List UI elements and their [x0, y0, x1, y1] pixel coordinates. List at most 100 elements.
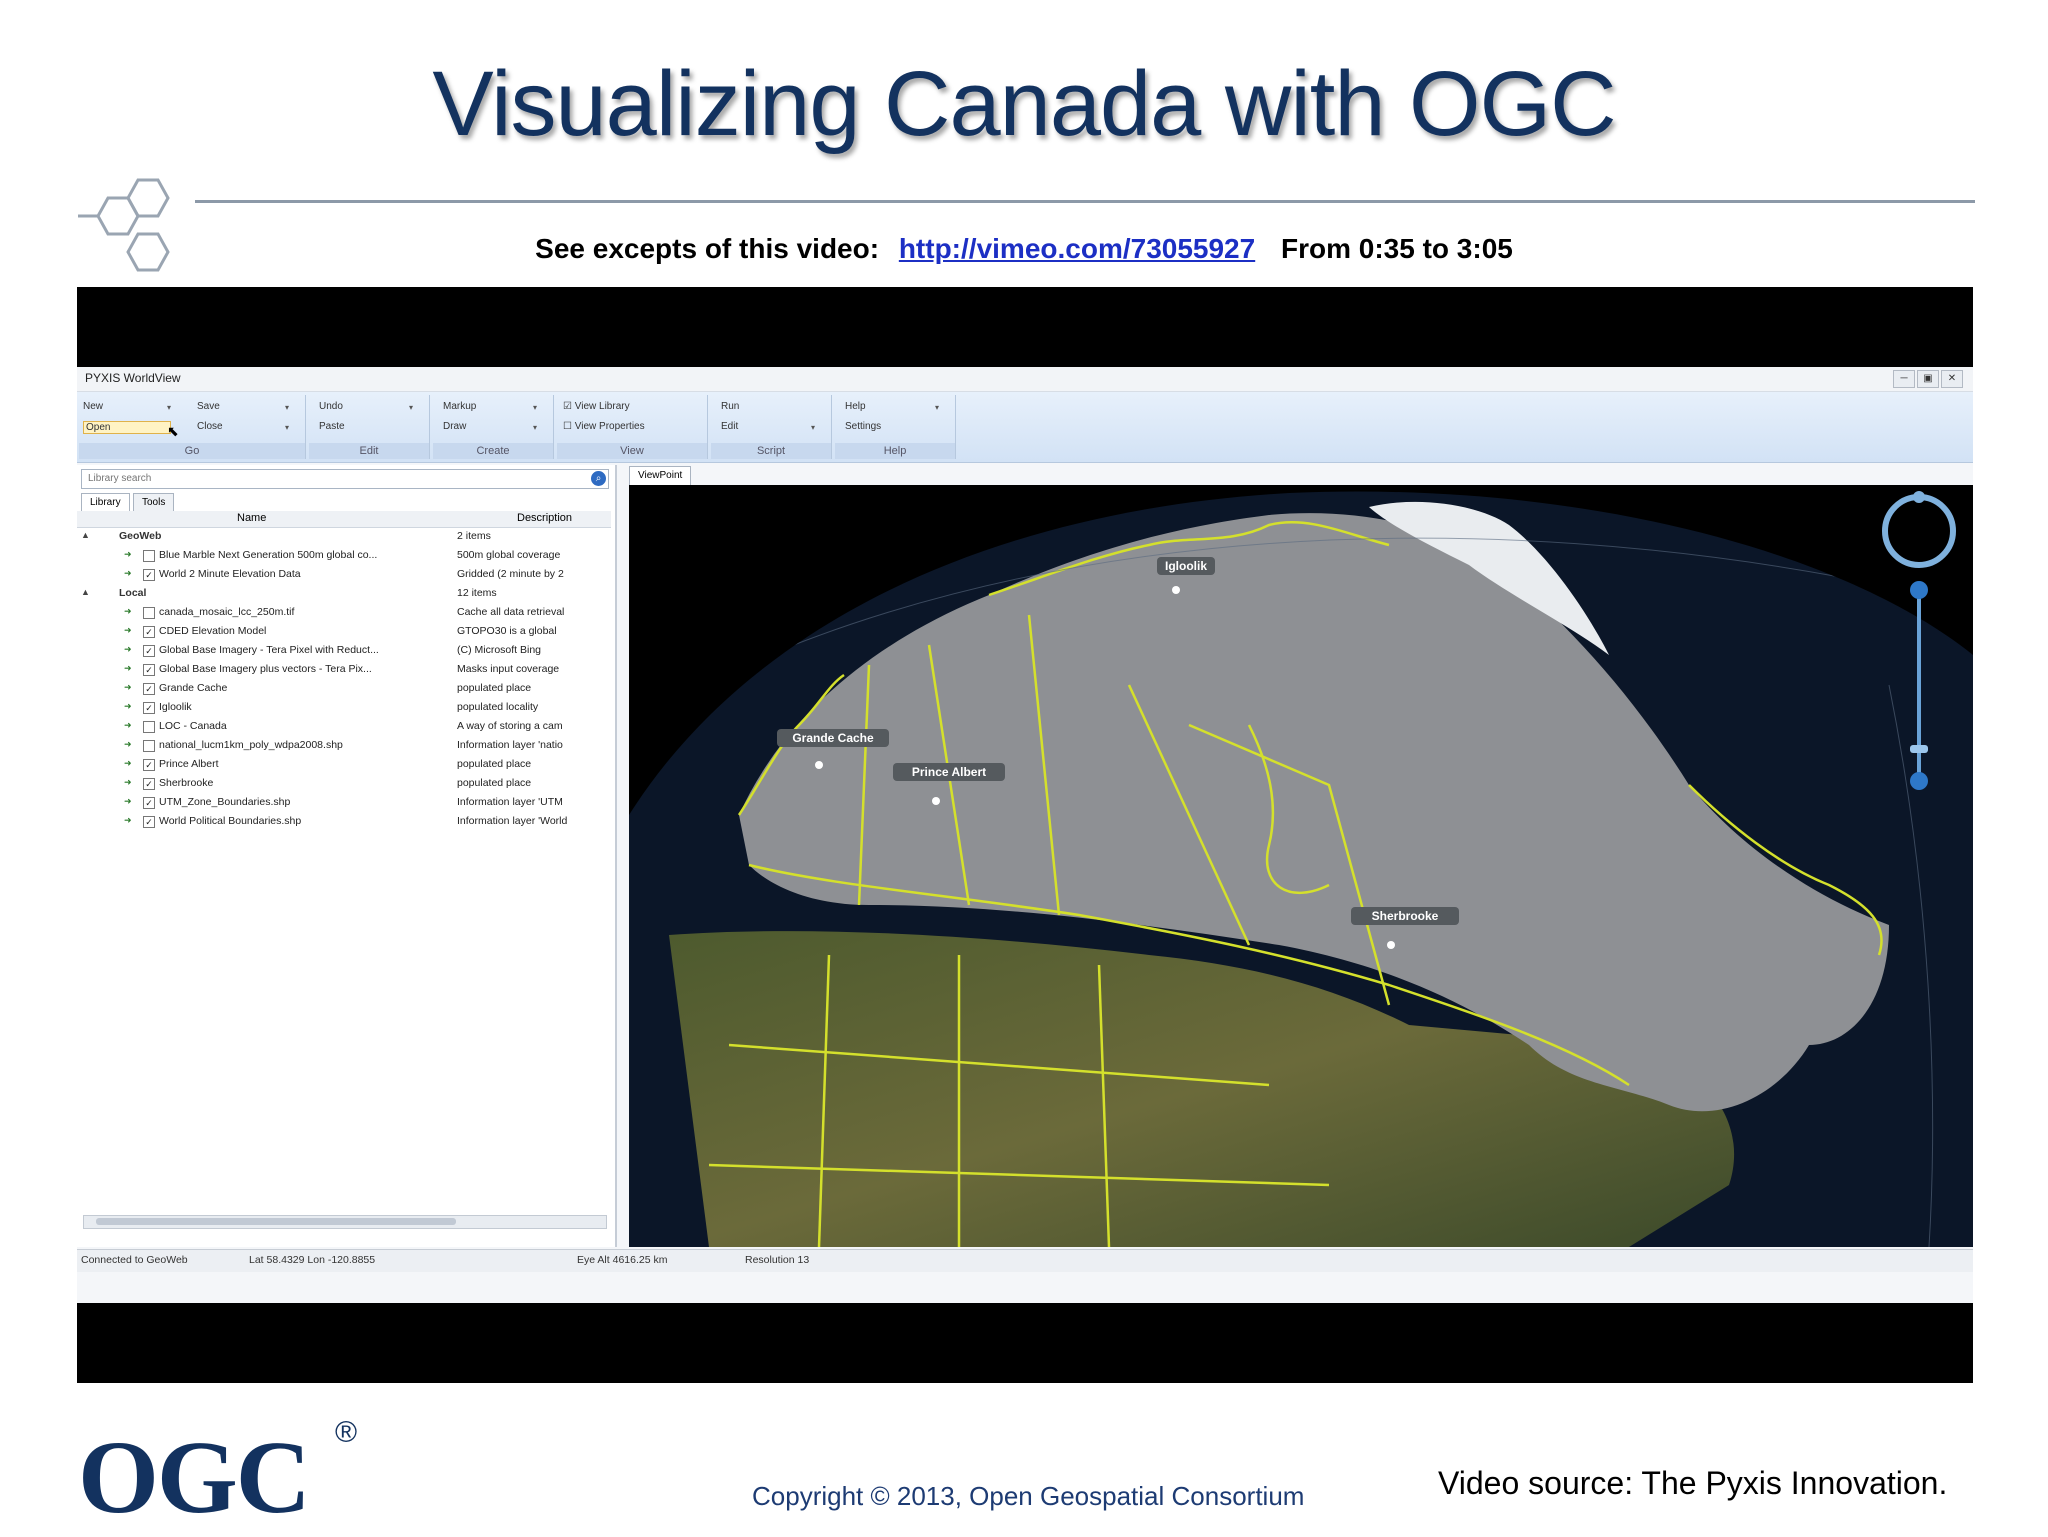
layer-status-icon: ➜	[124, 739, 132, 749]
markup-button[interactable]: Markup	[443, 401, 476, 412]
layer-status-icon: ➜	[124, 644, 132, 654]
search-input[interactable]	[88, 472, 568, 485]
library-item-row[interactable]: ➜ ✓ Global Base Imagery - Tera Pixel with …	[77, 642, 611, 661]
layer-checkbox[interactable]	[143, 740, 155, 752]
layer-checkbox[interactable]: ✓	[143, 702, 155, 714]
open-button[interactable]: Open	[83, 421, 172, 434]
ogc-logo: OGC	[78, 1420, 311, 1535]
chevron-down-icon[interactable]: ▾	[167, 403, 171, 412]
group-name: Local	[119, 587, 147, 599]
library-table: Name Description ▲ GeoWeb 2 items ➜ Blue Mar…	[77, 511, 611, 832]
close-button[interactable]: Close	[197, 421, 223, 432]
layer-status-icon: ➜	[124, 758, 132, 768]
library-item-row[interactable]: ➜ ✓ Sherbrooke populated place	[77, 775, 611, 794]
layer-checkbox[interactable]: ✓	[143, 569, 155, 581]
chevron-down-icon[interactable]: ▾	[533, 423, 537, 432]
library-item-row[interactable]: ➜ ✓ CDED Elevation Model GTOPO30 is a globa…	[77, 623, 611, 642]
chevron-down-icon[interactable]: ▾	[811, 423, 815, 432]
library-item-row[interactable]: ➜ canada_mosaic_lcc_250m.tif Cache all dat…	[77, 604, 611, 623]
tab-tools[interactable]: Tools	[133, 493, 175, 512]
layer-status-icon: ➜	[124, 796, 132, 806]
chevron-down-icon[interactable]: ▾	[285, 423, 289, 432]
column-description[interactable]: Description	[517, 512, 572, 524]
layer-description: populated locality	[457, 701, 539, 713]
save-button[interactable]: Save	[197, 401, 220, 412]
library-item-row[interactable]: ➜ LOC - Canada A way of storing a cam	[77, 718, 611, 737]
layer-description: Cache all data retrieval	[457, 606, 565, 618]
ribbon-toolbar: New ▾ Open ⬉ Save ▾ Close ▾ Go Undo ▾ Pa…	[77, 392, 1973, 463]
library-item-row[interactable]: ➜ ✓ Prince Albert populated place	[77, 756, 611, 775]
status-resolution: Resolution 13	[745, 1254, 810, 1266]
vimeo-link[interactable]: http://vimeo.com/73055927	[899, 233, 1255, 264]
library-group-row[interactable]: ▲ Local 12 items	[77, 585, 611, 604]
zoom-out-icon[interactable]	[1910, 772, 1928, 790]
place-label-igloolik: Igloolik	[1165, 559, 1207, 573]
library-item-row[interactable]: ➜ national_lucm1km_poly_wdpa2008.shp Infor…	[77, 737, 611, 756]
layer-checkbox[interactable]: ✓	[143, 778, 155, 790]
zoom-in-icon[interactable]	[1910, 581, 1928, 599]
layer-name: Prince Albert	[159, 758, 219, 770]
library-item-row[interactable]: ➜ ✓ World Political Boundaries.shp Informat…	[77, 813, 611, 832]
status-latlon: Lat 58.4329 Lon -120.8855	[249, 1254, 376, 1266]
library-item-row[interactable]: ➜ ✓ Global Base Imagery plus vectors - Ter…	[77, 661, 611, 680]
layer-checkbox[interactable]: ✓	[143, 664, 155, 676]
chevron-down-icon[interactable]: ▾	[409, 403, 413, 412]
draw-button[interactable]: Draw	[443, 421, 466, 432]
layer-checkbox[interactable]: ✓	[143, 626, 155, 638]
chevron-down-icon[interactable]: ▾	[935, 403, 939, 412]
chevron-down-icon[interactable]: ▾	[533, 403, 537, 412]
edit-script-button[interactable]: Edit	[721, 421, 738, 432]
view-library-checkbox[interactable]: View Library	[563, 401, 630, 412]
scrollbar-thumb[interactable]	[96, 1218, 456, 1225]
layer-checkbox[interactable]	[143, 721, 155, 733]
ribbon-group-go: New ▾ Open ⬉ Save ▾ Close ▾ Go	[79, 395, 306, 459]
layer-status-icon: ➜	[124, 606, 132, 616]
tab-library[interactable]: Library	[81, 493, 130, 512]
window-titlebar: PYXIS WorldView ─ ▣ ✕	[77, 367, 1973, 392]
minimize-icon[interactable]: ─	[1893, 370, 1915, 388]
layer-status-icon: ➜	[124, 701, 132, 711]
layer-checkbox[interactable]: ✓	[143, 797, 155, 809]
close-icon[interactable]: ✕	[1941, 370, 1963, 388]
library-item-row[interactable]: ➜ ✓ UTM_Zone_Boundaries.shp Information lay…	[77, 794, 611, 813]
library-item-row[interactable]: ➜ Blue Marble Next Generation 500m global…	[77, 547, 611, 566]
zoom-thumb[interactable]	[1910, 745, 1928, 753]
layer-name: national_lucm1km_poly_wdpa2008.shp	[159, 739, 343, 751]
ribbon-group-script: Run Edit ▾ Script	[711, 395, 832, 459]
column-name[interactable]: Name	[237, 512, 266, 524]
video-source-credit: Video source: The Pyxis Innovation.	[1438, 1465, 1948, 1501]
chevron-down-icon[interactable]: ▾	[285, 403, 289, 412]
ribbon-group-label: Script	[711, 443, 831, 459]
globe-view[interactable]: Grande Cache Prince Albert Igloolik Sher…	[629, 485, 1973, 1247]
paste-button[interactable]: Paste	[319, 421, 345, 432]
tab-viewpoint[interactable]: ViewPoint	[629, 466, 692, 485]
status-eye-altitude: Eye Alt 4616.25 km	[577, 1254, 668, 1266]
layer-checkbox[interactable]	[143, 550, 155, 562]
collapse-icon[interactable]: ▲	[81, 587, 90, 597]
library-group-row[interactable]: ▲ GeoWeb 2 items	[77, 528, 611, 547]
ribbon-group-label: View	[557, 443, 707, 459]
place-label-prince-albert: Prince Albert	[912, 765, 986, 779]
layer-checkbox[interactable]: ✓	[143, 645, 155, 657]
settings-button[interactable]: Settings	[845, 421, 881, 432]
layer-checkbox[interactable]: ✓	[143, 683, 155, 695]
search-icon[interactable]: ⌕	[591, 471, 606, 486]
globe-map[interactable]: Grande Cache Prince Albert Igloolik Sher…	[629, 485, 1973, 1247]
layer-name: Sherbrooke	[159, 777, 214, 789]
run-button[interactable]: Run	[721, 401, 739, 412]
new-button[interactable]: New	[83, 401, 103, 412]
view-properties-checkbox[interactable]: View Properties	[563, 421, 645, 432]
video-frame[interactable]: PYXIS WorldView ─ ▣ ✕ New ▾ Open ⬉ Save …	[77, 287, 1973, 1383]
layer-checkbox[interactable]: ✓	[143, 816, 155, 828]
collapse-icon[interactable]: ▲	[81, 530, 90, 540]
horizontal-scrollbar[interactable]	[83, 1215, 607, 1229]
library-item-row[interactable]: ➜ ✓ Igloolik populated locality	[77, 699, 611, 718]
maximize-icon[interactable]: ▣	[1917, 370, 1939, 388]
undo-button[interactable]: Undo	[319, 401, 343, 412]
layer-status-icon: ➜	[124, 568, 132, 578]
layer-checkbox[interactable]: ✓	[143, 759, 155, 771]
library-item-row[interactable]: ➜ ✓ World 2 Minute Elevation Data Gridded (…	[77, 566, 611, 585]
help-button[interactable]: Help	[845, 401, 866, 412]
layer-checkbox[interactable]	[143, 607, 155, 619]
library-item-row[interactable]: ➜ ✓ Grande Cache populated place	[77, 680, 611, 699]
